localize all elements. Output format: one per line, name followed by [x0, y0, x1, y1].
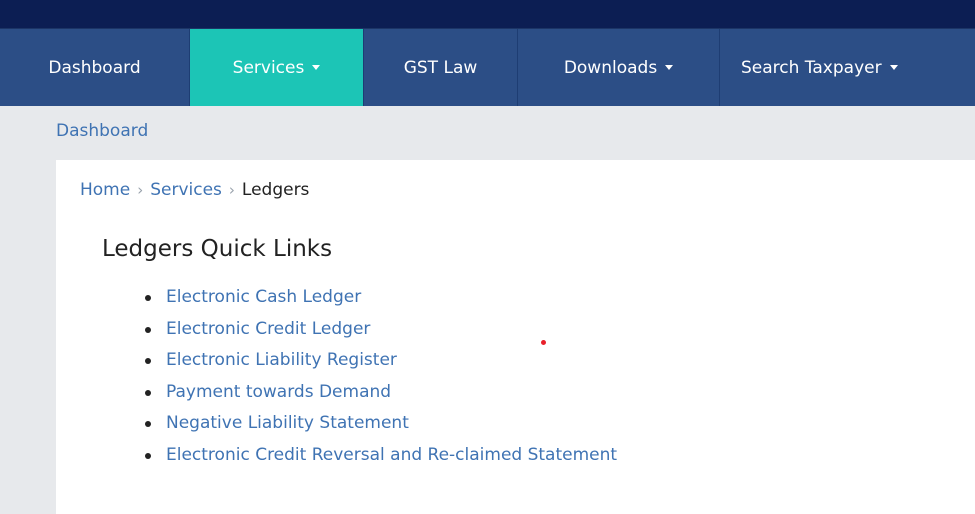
link-electronic-liability-register[interactable]: Electronic Liability Register	[140, 345, 617, 377]
chevron-down-icon	[312, 65, 321, 70]
page-title: Ledgers Quick Links	[102, 236, 333, 262]
link-label: Electronic Credit Reversal and Re-claime…	[166, 444, 618, 465]
bullet-icon	[145, 358, 151, 364]
chevron-down-icon	[665, 65, 674, 70]
bullet-icon	[145, 421, 151, 427]
sub-header: Dashboard	[0, 106, 975, 160]
link-electronic-credit-reversal[interactable]: Electronic Credit Reversal and Re-claime…	[140, 440, 617, 472]
link-label: Payment towards Demand	[166, 381, 392, 402]
content-panel: Home › Services › Ledgers Ledgers Quick …	[56, 160, 975, 514]
nav-search-taxpayer[interactable]: Search Taxpayer	[720, 29, 956, 106]
link-negative-liability-statement[interactable]: Negative Liability Statement	[140, 408, 617, 440]
bullet-icon	[145, 326, 151, 333]
quick-links-list: Electronic Cash Ledger Electronic Credit…	[140, 282, 617, 471]
breadcrumb-current: Ledgers	[241, 180, 310, 200]
breadcrumb: Home › Services › Ledgers	[80, 180, 309, 200]
link-payment-towards-demand[interactable]: Payment towards Demand	[140, 377, 617, 409]
nav-dashboard-label: Dashboard	[48, 57, 141, 78]
left-gutter	[0, 160, 56, 514]
cursor-dot-icon	[541, 340, 546, 345]
breadcrumb-chevron-icon: ›	[137, 181, 144, 199]
nav-downloads[interactable]: Downloads	[518, 29, 720, 106]
dashboard-link[interactable]: Dashboard	[56, 121, 148, 141]
nav-downloads-label: Downloads	[563, 57, 658, 78]
link-electronic-cash-ledger[interactable]: Electronic Cash Ledger	[140, 282, 617, 314]
link-label: Electronic Credit Ledger	[166, 318, 371, 339]
top-header-bar	[0, 0, 975, 28]
link-label: Electronic Liability Register	[166, 350, 397, 370]
breadcrumb-home[interactable]: Home	[80, 180, 130, 200]
breadcrumb-chevron-icon: ›	[228, 181, 235, 199]
nav-gst-law-label: GST Law	[403, 57, 478, 78]
breadcrumb-services[interactable]: Services	[150, 180, 222, 200]
bullet-icon	[145, 295, 151, 301]
main-nav: Dashboard Services GST Law Downloads Sea…	[0, 28, 975, 106]
nav-dashboard[interactable]: Dashboard	[0, 29, 190, 106]
nav-gst-law[interactable]: GST Law	[364, 29, 518, 106]
nav-search-taxpayer-label: Search Taxpayer	[741, 57, 882, 78]
nav-services-label: Services	[232, 57, 305, 78]
nav-services[interactable]: Services	[190, 29, 364, 106]
chevron-down-icon	[889, 65, 898, 70]
bullet-icon	[145, 452, 151, 459]
link-label: Negative Liability Statement	[166, 413, 409, 433]
bullet-icon	[145, 389, 151, 396]
link-label: Electronic Cash Ledger	[166, 287, 362, 307]
